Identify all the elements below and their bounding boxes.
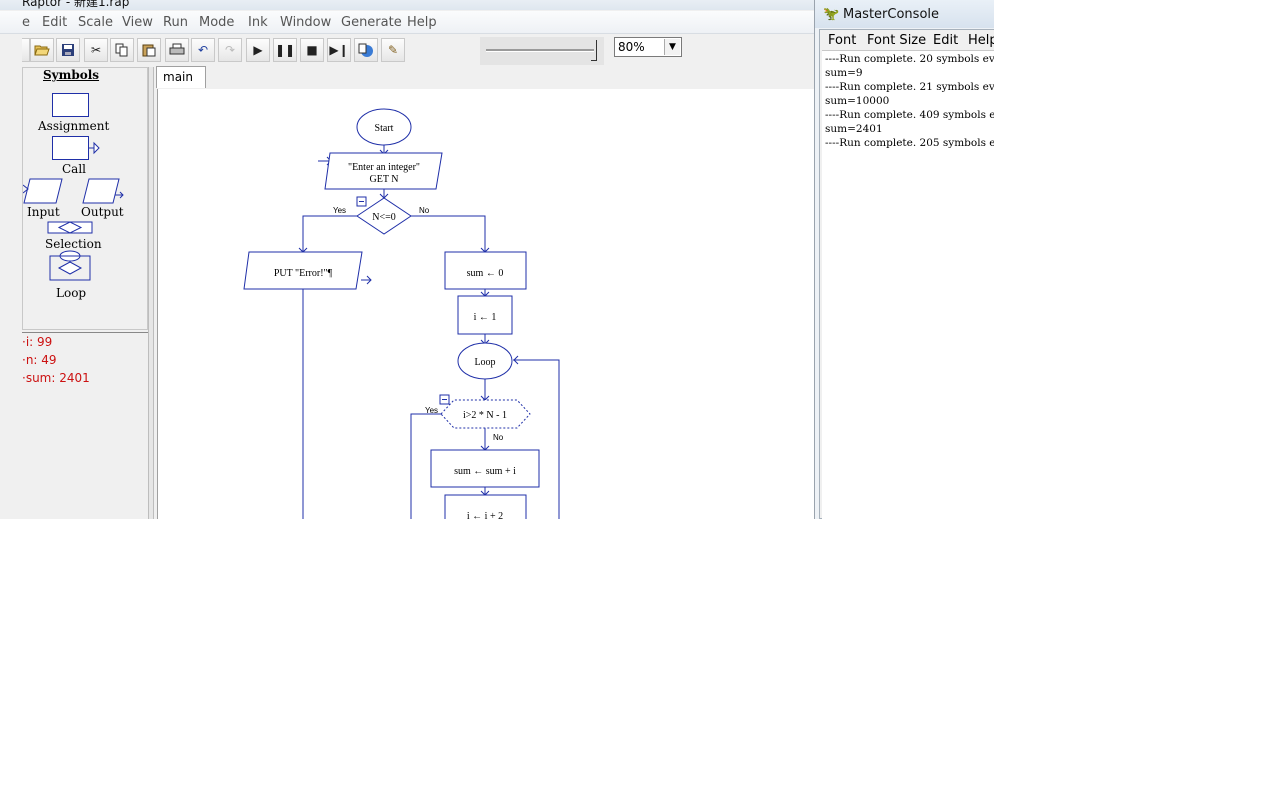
loop-label-node: Loop <box>474 357 495 368</box>
stop-icon[interactable]: ■ <box>300 38 324 62</box>
pen-icon[interactable]: ✎ <box>381 38 405 62</box>
redo-icon[interactable]: ↷ <box>218 38 242 62</box>
toolbar: ✂ ↶ ↷ ▶ ❚❚ ■ ▶❙ ✎ <box>0 34 814 65</box>
zoom-slider-track <box>486 49 594 52</box>
console-line: ----Run complete. 205 symbols eval <box>825 137 994 149</box>
selection-symbol[interactable] <box>47 221 95 235</box>
paste-icon[interactable] <box>137 38 161 62</box>
menu-view[interactable]: View <box>122 15 153 30</box>
call-arrow-icon <box>88 141 100 155</box>
menu-edit[interactable]: Edit <box>42 15 67 30</box>
console-title: MasterConsole <box>843 7 940 22</box>
menu-window[interactable]: Window <box>280 15 331 30</box>
variable-watch: ·i: 99 ·n: 49 ·sum: 2401 <box>22 332 148 519</box>
console-frame: Font Font Size Edit Help ----Run complet… <box>819 29 994 519</box>
panel-splitter[interactable] <box>148 67 154 519</box>
open-icon[interactable] <box>30 38 54 62</box>
console-line: sum=2401 <box>825 123 883 135</box>
menu-ink[interactable]: Ink <box>248 15 268 30</box>
run-icon[interactable]: ▶ <box>246 38 270 62</box>
tab-main-label: main <box>163 70 193 84</box>
raptor-icon: 🦖 <box>823 7 840 22</box>
cond-label: N<=0 <box>372 212 396 223</box>
zoom-slider-thumb[interactable] <box>591 40 597 61</box>
flowchart-canvas[interactable]: Start "Enter an integer" GET N N<=0 Yes … <box>157 89 814 519</box>
output-arrow-icon <box>361 275 372 285</box>
symbols-header: Symbols <box>43 68 100 82</box>
zoom-value: 80% <box>618 40 645 54</box>
chevron-down-icon[interactable]: ▼ <box>664 39 680 55</box>
cond-no-label: No <box>419 206 430 215</box>
watch-var-i: ·i: 99 <box>22 335 53 349</box>
window-title: Raptor - 新建1.rap <box>22 0 130 9</box>
cond-yes-label: Yes <box>333 206 346 215</box>
console-line: ----Run complete. 409 symbols eval <box>825 109 994 121</box>
master-console-window: 🦖 MasterConsole Font Font Size Edit Help… <box>814 0 994 519</box>
start-label: Start <box>375 123 394 134</box>
console-title-bar: 🦖 MasterConsole <box>815 0 994 28</box>
tab-strip: main <box>154 66 814 90</box>
cut-icon[interactable]: ✂ <box>84 38 108 62</box>
test-icon[interactable] <box>354 38 378 62</box>
menu-bar: e Edit Scale View Run Mode Ink Window Ge… <box>0 11 814 34</box>
console-line: ----Run complete. 20 symbols evalu <box>825 53 994 65</box>
pause-icon[interactable]: ❚❚ <box>273 38 297 62</box>
console-menu-font[interactable]: Font <box>828 33 856 48</box>
menu-mode[interactable]: Mode <box>199 15 234 30</box>
console-menu-font-size[interactable]: Font Size <box>867 33 926 48</box>
menu-generate[interactable]: Generate <box>341 15 402 30</box>
menu-run[interactable]: Run <box>163 15 188 30</box>
input-prompt-label: "Enter an integer" <box>348 162 420 173</box>
console-line: sum=10000 <box>825 95 890 107</box>
raptor-title-bar: Raptor - 新建1.rap <box>0 0 814 10</box>
raptor-window: Raptor - 新建1.rap e Edit Scale View Run M… <box>0 0 814 519</box>
assignment-label: Assignment <box>38 119 110 133</box>
loop-label: Loop <box>56 286 87 300</box>
console-menu-edit[interactable]: Edit <box>933 33 958 48</box>
console-menu-help[interactable]: Help <box>968 33 994 48</box>
save-icon[interactable] <box>56 38 80 62</box>
input-label: Input <box>27 205 60 219</box>
assign-sum-label: sum ← 0 <box>467 268 504 279</box>
new-icon[interactable] <box>22 38 30 62</box>
input-symbol[interactable] <box>23 178 63 204</box>
zoom-slider[interactable] <box>480 37 604 65</box>
assign-i2-label: i ← i + 2 <box>467 511 503 519</box>
io-symbols <box>23 178 124 204</box>
connector-cond-no <box>411 215 486 252</box>
output-arrow-icon <box>115 191 124 199</box>
undo-icon[interactable]: ↶ <box>191 38 215 62</box>
print-icon[interactable] <box>165 38 189 62</box>
menu-file[interactable]: e <box>22 15 30 30</box>
loop-symbol[interactable] <box>49 250 95 282</box>
loop-yes-label: Yes <box>425 406 438 415</box>
menu-help[interactable]: Help <box>407 15 437 30</box>
call-symbol[interactable] <box>52 136 89 160</box>
assignment-symbol[interactable] <box>52 93 89 117</box>
output-label: Output <box>81 205 124 219</box>
console-output[interactable]: ----Run complete. 20 symbols evalu sum=9… <box>822 50 994 519</box>
selection-label: Selection <box>45 237 102 251</box>
call-label: Call <box>62 162 87 176</box>
assign-sum-i-label: sum ← sum + i <box>454 466 516 477</box>
connector-cond-yes <box>302 215 357 252</box>
watch-var-sum: ·sum: 2401 <box>22 371 90 385</box>
flowchart-svg: Start "Enter an integer" GET N N<=0 Yes … <box>243 108 560 519</box>
copy-icon[interactable] <box>110 38 134 62</box>
symbols-panel: Symbols Assignment Call Input Output Sel… <box>22 67 148 330</box>
console-line: sum=9 <box>825 67 863 79</box>
output-symbol[interactable] <box>82 178 120 204</box>
output-error-label: PUT "Error!"¶ <box>274 268 333 279</box>
console-line: ----Run complete. 21 symbols evalu <box>825 81 994 93</box>
assign-i-label: i ← 1 <box>474 312 497 323</box>
input-var-label: GET N <box>370 174 399 185</box>
zoom-select[interactable]: 80% ▼ <box>614 37 682 57</box>
menu-scale[interactable]: Scale <box>78 15 113 30</box>
loop-cond-label: i>2 * N - 1 <box>463 410 507 421</box>
loop-no-label: No <box>493 433 504 442</box>
watch-var-n: ·n: 49 <box>22 353 57 367</box>
tab-main[interactable]: main <box>156 66 206 88</box>
step-icon[interactable]: ▶❙ <box>327 38 351 62</box>
